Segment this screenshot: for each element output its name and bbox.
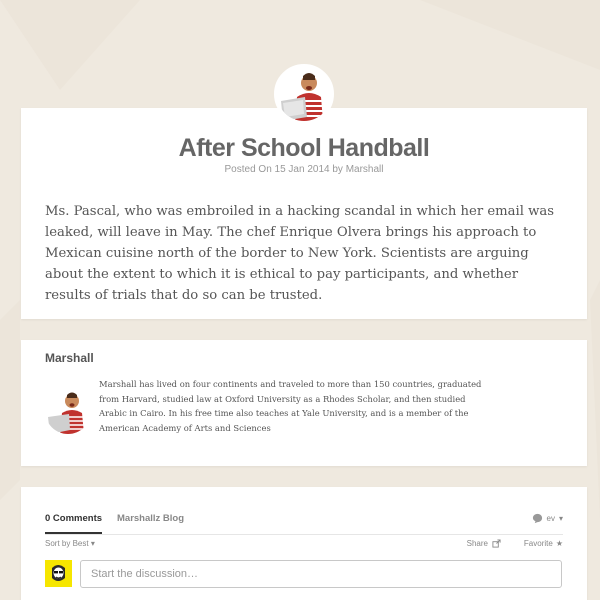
comment-input[interactable]	[80, 560, 562, 588]
chat-bubble-icon	[532, 513, 542, 524]
comments-card: 0 Comments Marshallz Blog ev ▾ Sort by B…	[21, 487, 587, 600]
tab-comments[interactable]: 0 Comments	[45, 513, 103, 534]
author-name: Marshall	[45, 351, 94, 365]
star-icon: ★	[555, 539, 563, 548]
article-body: Ms. Pascal, who was embroiled in a hacki…	[45, 204, 555, 303]
author-avatar[interactable]	[45, 388, 91, 434]
caret-down-icon: ▾	[90, 539, 95, 548]
author-bio: Marshall has lived on four continents an…	[99, 379, 482, 433]
user-name: ev	[546, 514, 555, 523]
article-title: After School Handball	[178, 134, 430, 162]
sort-dropdown[interactable]: Sort by Best ▾	[45, 539, 95, 548]
sort-label: Sort by Best	[45, 539, 89, 548]
author-card: Marshall Marshall has lived on four cont…	[21, 340, 587, 466]
favorite-label: Favorite	[523, 539, 553, 548]
user-menu[interactable]: ev ▾	[532, 513, 563, 524]
share-label: Share	[466, 539, 488, 548]
kid-with-laptop-icon	[277, 67, 331, 121]
kid-with-laptop-icon	[45, 388, 91, 434]
favorite-button[interactable]: Favorite ★	[524, 539, 563, 548]
article-card: After School Handball Posted On 15 Jan 2…	[21, 108, 587, 319]
share-icon	[492, 539, 501, 548]
article-meta: Posted On 15 Jan 2014 by Marshall	[224, 164, 384, 175]
tab-blog[interactable]: Marshallz Blog	[117, 513, 184, 532]
author-avatar-large[interactable]	[274, 64, 334, 124]
comments-tabs: 0 Comments Marshallz Blog ev ▾	[45, 513, 563, 535]
caret-down-icon: ▾	[558, 514, 563, 523]
guest-avatar	[45, 560, 72, 587]
share-button[interactable]: Share	[467, 539, 501, 548]
guest-face-icon	[45, 560, 72, 587]
comments-toolbar: Sort by Best ▾ Share Favorite ★	[45, 539, 563, 553]
